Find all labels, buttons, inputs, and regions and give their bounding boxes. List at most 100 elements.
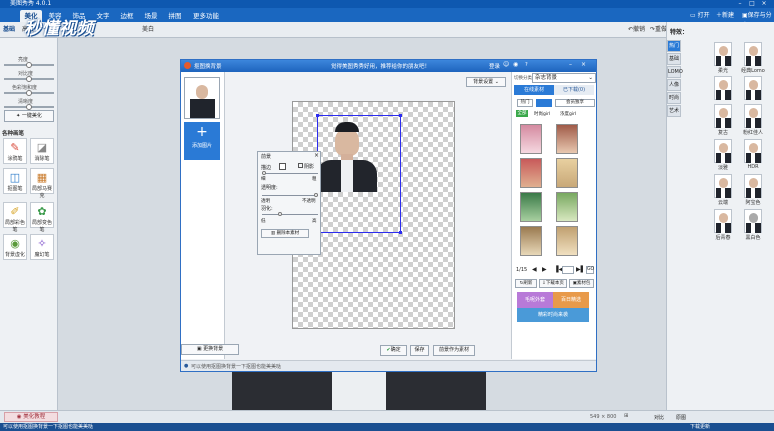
category-select[interactable]: 杂志背景 ⌄: [532, 73, 596, 83]
effect-elegant[interactable]: [714, 139, 732, 163]
vtab-hot[interactable]: 热门: [667, 40, 681, 52]
dialog-minimize-button[interactable]: –: [569, 61, 572, 68]
effect-abao[interactable]: [744, 174, 762, 198]
filter-selected[interactable]: [536, 99, 552, 107]
tab-basic[interactable]: 基础: [3, 25, 15, 35]
slider-knob[interactable]: [26, 62, 32, 68]
slider-knob[interactable]: [262, 171, 266, 175]
tool-eraser-pen[interactable]: ◪ 消除笔: [30, 138, 54, 164]
subtab-fashion-girl[interactable]: 时尚girl: [534, 111, 550, 117]
slider-knob[interactable]: [26, 76, 32, 82]
status-compare-button[interactable]: 对比: [654, 414, 664, 421]
background-settings-button[interactable]: 背景设置 ⌄: [466, 77, 506, 87]
material-item[interactable]: [556, 158, 578, 188]
contrast-slider[interactable]: [4, 76, 54, 82]
undo-button[interactable]: ↶撤销: [628, 25, 645, 35]
tool-color-pen[interactable]: ✐ 局部彩色笔: [3, 202, 27, 233]
resize-handle[interactable]: [316, 114, 319, 117]
vtab-lomo[interactable]: LOMO: [667, 66, 683, 78]
selection-box[interactable]: [316, 114, 402, 234]
one-click-beautify-button[interactable]: ✦ 一键美化: [4, 110, 54, 122]
effect-retro[interactable]: [714, 104, 732, 128]
subtab-strong-girl[interactable]: 浓度girl: [560, 111, 576, 117]
delete-material-button[interactable]: ▥ 删除本素材: [261, 229, 309, 238]
material-item[interactable]: [556, 124, 578, 154]
effect-youth[interactable]: [714, 209, 732, 233]
page-input[interactable]: [562, 266, 574, 274]
tool-magic-pen[interactable]: ✧ 魔幻笔: [30, 234, 54, 260]
close-button[interactable]: ×: [758, 0, 770, 8]
shadow-checkbox[interactable]: [298, 163, 303, 168]
vtab-fashion[interactable]: 时尚: [667, 92, 681, 104]
edge-width-slider[interactable]: [262, 171, 318, 175]
slider-knob[interactable]: [26, 90, 32, 96]
effect-classic-lomo[interactable]: [744, 42, 762, 66]
help-button[interactable]: ?: [525, 62, 528, 68]
login-link[interactable]: 登录: [489, 62, 500, 70]
slider-knob[interactable]: [314, 193, 318, 197]
vtab-art[interactable]: 艺术: [667, 105, 681, 117]
status-original-button[interactable]: 原图: [676, 414, 686, 421]
sharpness-slider[interactable]: [4, 104, 54, 110]
resize-handle[interactable]: [399, 231, 402, 234]
tab-collage[interactable]: 拼图: [164, 10, 186, 22]
redo-button[interactable]: ↷重做: [650, 25, 667, 35]
effect-soft-light[interactable]: [714, 42, 732, 66]
open-button[interactable]: ▭ 打开: [690, 11, 710, 21]
weibo-icon[interactable]: ◉: [513, 61, 518, 68]
ok-button[interactable]: ✔确定: [380, 345, 407, 356]
subtab-all[interactable]: 全部: [516, 110, 528, 117]
tab-text[interactable]: 文字: [92, 10, 114, 22]
effect-item[interactable]: [744, 76, 762, 100]
refresh-button[interactable]: ↻刷新: [515, 279, 537, 288]
minimize-button[interactable]: –: [734, 0, 746, 8]
vtab-portrait[interactable]: 人像: [667, 79, 681, 91]
edge-color-swatch[interactable]: [279, 163, 286, 170]
effect-item[interactable]: [714, 76, 732, 100]
effect-bw[interactable]: [744, 209, 762, 233]
save-as-material-button[interactable]: 前景作为素材: [433, 345, 475, 356]
tutorial-button[interactable]: ◉ 美化教程: [4, 412, 58, 422]
zoom-icon[interactable]: ⊞: [624, 413, 629, 419]
download-page-button[interactable]: ⇩下载本页: [539, 279, 567, 288]
brightness-slider[interactable]: [4, 62, 54, 68]
tool-mosaic[interactable]: ▦ 局部马赛克: [30, 168, 54, 199]
saturation-slider[interactable]: [4, 90, 54, 96]
material-item[interactable]: [520, 192, 542, 222]
maximize-button[interactable]: □: [746, 0, 758, 8]
prev-page-icon[interactable]: ◀: [532, 266, 537, 273]
tab-more[interactable]: 更多功能: [188, 10, 224, 22]
next-page-icon[interactable]: ▶: [542, 266, 547, 273]
dialog-close-button[interactable]: ×: [581, 61, 586, 68]
promo-selection[interactable]: 百日精选: [553, 292, 589, 308]
material-item[interactable]: [520, 158, 542, 188]
effect-hdr[interactable]: [744, 139, 762, 163]
tab-online-materials[interactable]: 在线素材: [514, 85, 554, 95]
promo-coat[interactable]: 毛呢外套: [517, 292, 553, 308]
tool-doodle-pen[interactable]: ✎ 涂鸦笔: [3, 138, 27, 164]
resize-handle[interactable]: [399, 114, 402, 117]
vtab-basic[interactable]: 基础: [667, 53, 681, 65]
effect-cloud[interactable]: [714, 174, 732, 198]
material-pack-button[interactable]: ▣素材包: [569, 279, 594, 288]
material-item[interactable]: [556, 192, 578, 222]
user-icon[interactable]: ☺: [503, 61, 509, 68]
last-page-icon[interactable]: ▶▌: [576, 266, 585, 273]
filter-hot[interactable]: 热门: [517, 99, 533, 107]
download-update-link[interactable]: 下载更新: [690, 423, 710, 431]
effect-pink-lady[interactable]: [744, 104, 762, 128]
material-item[interactable]: [520, 124, 542, 154]
tool-cutout-pen[interactable]: ◫ 抠图笔: [3, 168, 27, 194]
opacity-slider[interactable]: [262, 193, 318, 197]
feather-slider[interactable]: [262, 212, 318, 216]
promo-fashion[interactable]: 精彩时尚来袭: [517, 308, 589, 322]
tab-border[interactable]: 边框: [116, 10, 138, 22]
replace-background-button[interactable]: ▣ 更换背景: [181, 344, 239, 355]
go-button[interactable]: GO: [586, 266, 594, 274]
tool-recolor-pen[interactable]: ✿ 局部变色笔: [30, 202, 54, 233]
material-item[interactable]: [520, 226, 542, 256]
tab-scene[interactable]: 场景: [140, 10, 162, 22]
foreground-close-button[interactable]: ×: [314, 152, 319, 159]
new-button[interactable]: ＋新建: [716, 11, 734, 21]
tab-downloaded-materials[interactable]: 已下载(0): [554, 85, 594, 95]
